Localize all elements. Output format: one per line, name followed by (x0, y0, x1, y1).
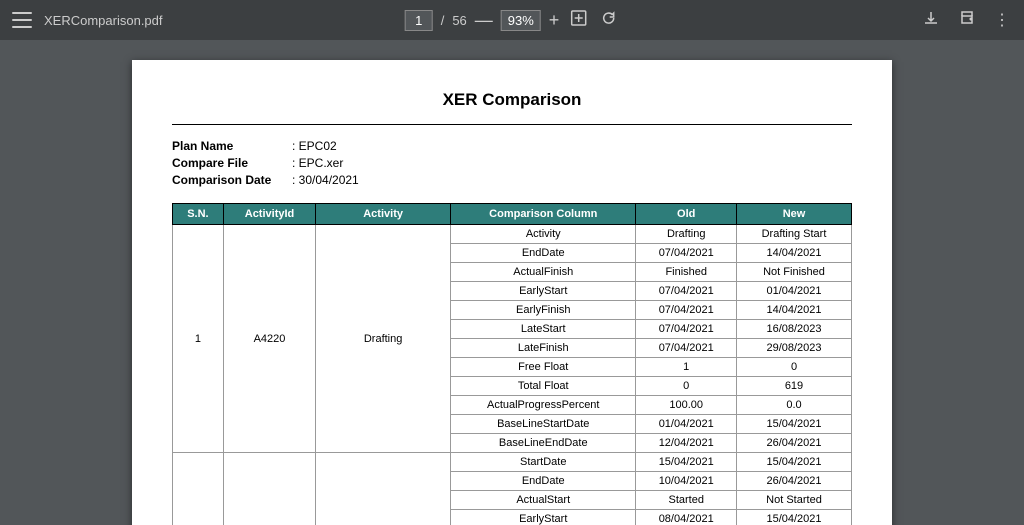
cell-old: 15/04/2021 (636, 453, 737, 472)
cell-comparison-column: LateFinish (451, 339, 636, 358)
page-separator: / (441, 13, 445, 28)
cell-new: 15/04/2021 (737, 415, 852, 434)
cell-comparison-column: ActualProgressPercent (451, 396, 636, 415)
download-button[interactable] (920, 7, 942, 34)
cell-activity: Drafting (316, 225, 451, 453)
cell-new: Drafting Start (737, 225, 852, 244)
col-old: Old (636, 204, 737, 225)
print-button[interactable] (956, 7, 978, 34)
cell-old: 07/04/2021 (636, 301, 737, 320)
cell-comparison-column: EndDate (451, 472, 636, 491)
zoom-input[interactable] (501, 10, 541, 31)
report-title: XER Comparison (172, 90, 852, 110)
cell-old: Started (636, 491, 737, 510)
cell-comparison-column: ActualStart (451, 491, 636, 510)
cell-comparison-column: EarlyStart (451, 282, 636, 301)
cell-sn: 1 (173, 225, 224, 453)
cell-comparison-column: BaseLineStartDate (451, 415, 636, 434)
page-total: 56 (452, 13, 466, 28)
cell-new: 26/04/2021 (737, 472, 852, 491)
zoom-in-button[interactable]: + (549, 11, 560, 29)
cell-old: 07/04/2021 (636, 244, 737, 263)
col-activity: Activity (316, 204, 451, 225)
toolbar: XERComparison.pdf / 56 — + (0, 0, 1024, 40)
more-options-button[interactable]: ⋮ (992, 8, 1012, 32)
cell-new: 01/04/2021 (737, 282, 852, 301)
filename-label: XERComparison.pdf (44, 13, 163, 28)
cell-old: 1 (636, 358, 737, 377)
cell-activity-id: A4220 (223, 225, 315, 453)
cell-comparison-column: EarlyFinish (451, 301, 636, 320)
meta-comparison-date: Comparison Date : 30/04/2021 (172, 173, 852, 187)
cell-comparison-column: EarlyStart (451, 510, 636, 525)
cell-comparison-column: BaseLineEndDate (451, 434, 636, 453)
pdf-viewer: XER Comparison Plan Name : EPC02 Compare… (0, 40, 1024, 525)
cell-old: 08/04/2021 (636, 510, 737, 525)
meta-plan-name: Plan Name : EPC02 (172, 139, 852, 153)
cell-new: 0.0 (737, 396, 852, 415)
pdf-page: XER Comparison Plan Name : EPC02 Compare… (132, 60, 892, 525)
col-comparison-column: Comparison Column (451, 204, 636, 225)
cell-old: 100.00 (636, 396, 737, 415)
cell-old: 07/04/2021 (636, 320, 737, 339)
cell-old: 01/04/2021 (636, 415, 737, 434)
page-input[interactable] (405, 10, 433, 31)
menu-icon[interactable] (12, 12, 32, 28)
table-row: 1A4220DraftingActivityDraftingDrafting S… (173, 225, 852, 244)
cell-old: 0 (636, 377, 737, 396)
cell-new: 29/08/2023 (737, 339, 852, 358)
cell-comparison-column: StartDate (451, 453, 636, 472)
cell-new: 619 (737, 377, 852, 396)
cell-new: 14/04/2021 (737, 244, 852, 263)
cell-comparison-column: Activity (451, 225, 636, 244)
cell-old: 10/04/2021 (636, 472, 737, 491)
table-header-row: S.N. ActivityId Activity Comparison Colu… (173, 204, 852, 225)
cell-old: Finished (636, 263, 737, 282)
col-activity-id: ActivityId (223, 204, 315, 225)
col-new: New (737, 204, 852, 225)
cell-new: 26/04/2021 (737, 434, 852, 453)
col-sn: S.N. (173, 204, 224, 225)
report-divider (172, 124, 852, 125)
cell-old: 07/04/2021 (636, 339, 737, 358)
cell-old: Drafting (636, 225, 737, 244)
cell-new: 16/08/2023 (737, 320, 852, 339)
fit-page-button[interactable] (567, 7, 589, 34)
meta-compare-file: Compare File : EPC.xer (172, 156, 852, 170)
toolbar-right: ⋮ (920, 7, 1012, 34)
cell-new: 0 (737, 358, 852, 377)
cell-activity-id: A4230 (223, 453, 315, 525)
cell-new: 15/04/2021 (737, 510, 852, 525)
cell-new: Not Started (737, 491, 852, 510)
cell-sn: 2 (173, 453, 224, 525)
cell-comparison-column: Free Float (451, 358, 636, 377)
cell-comparison-column: Total Float (451, 377, 636, 396)
cell-comparison-column: EndDate (451, 244, 636, 263)
zoom-out-button[interactable]: — (475, 11, 493, 29)
table-row: 2A4230Study CompleteStartDate15/04/20211… (173, 453, 852, 472)
cell-new: Not Finished (737, 263, 852, 282)
cell-old: 12/04/2021 (636, 434, 737, 453)
cell-activity: Study Complete (316, 453, 451, 525)
report-meta: Plan Name : EPC02 Compare File : EPC.xer… (172, 139, 852, 187)
cell-new: 14/04/2021 (737, 301, 852, 320)
toolbar-center: / 56 — + (405, 7, 620, 34)
cell-comparison-column: ActualFinish (451, 263, 636, 282)
comparison-table: S.N. ActivityId Activity Comparison Colu… (172, 203, 852, 525)
rotate-button[interactable] (597, 7, 619, 34)
cell-old: 07/04/2021 (636, 282, 737, 301)
cell-comparison-column: LateStart (451, 320, 636, 339)
cell-new: 15/04/2021 (737, 453, 852, 472)
